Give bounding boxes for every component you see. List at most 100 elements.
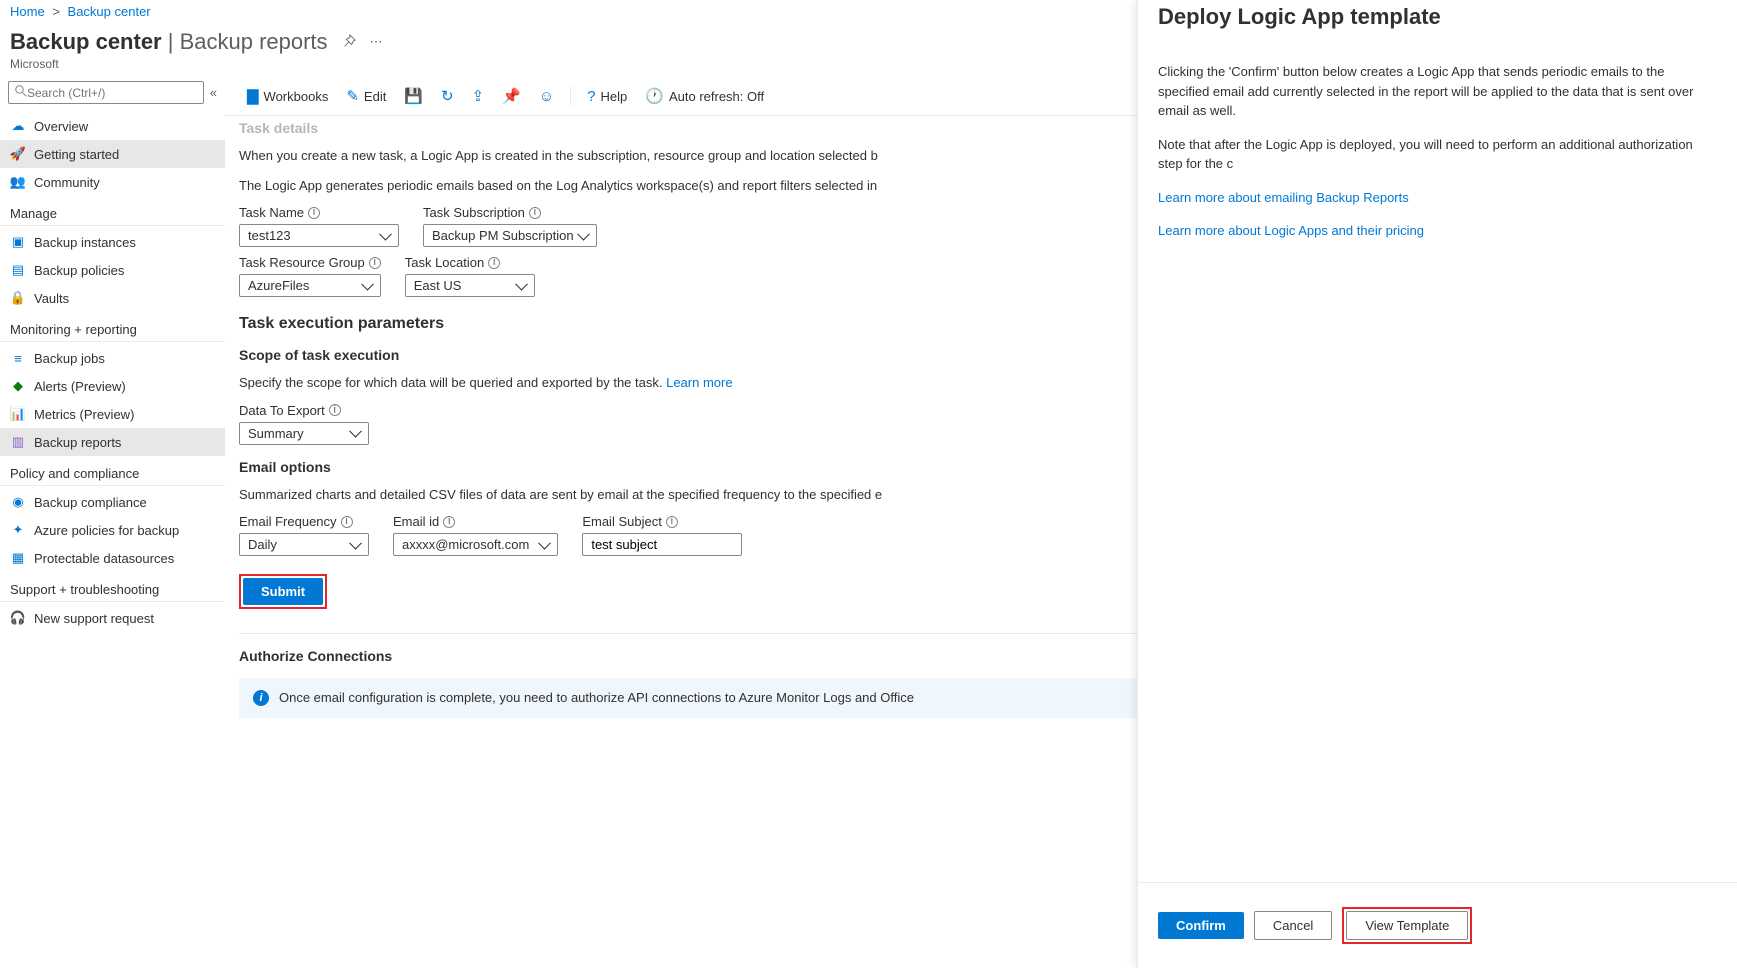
more-icon[interactable]: ⋯ [370, 34, 383, 50]
email-subject-input[interactable] [582, 533, 742, 556]
data-export-label: Data To Export i [239, 403, 369, 418]
task-subscription-select[interactable]: Backup PM Subscription [423, 224, 597, 247]
cancel-button[interactable]: Cancel [1254, 911, 1332, 940]
sidebar-item-community[interactable]: 👥 Community [0, 168, 225, 196]
info-icon: i [253, 690, 269, 706]
help-icon: ? [587, 88, 595, 105]
deploy-panel: Deploy Logic App template Clicking the '… [1137, 0, 1737, 968]
title-main: Backup center [10, 29, 162, 54]
sidebar-item-label: Backup jobs [34, 351, 105, 366]
pin-icon[interactable] [342, 34, 356, 51]
sidebar-item-backup-jobs[interactable]: ≡ Backup jobs [0, 344, 225, 372]
info-icon[interactable]: i [488, 257, 500, 269]
sidebar-item-label: Community [34, 175, 100, 190]
sidebar-item-label: Azure policies for backup [34, 523, 179, 538]
toolbar-label: Edit [364, 89, 386, 104]
search-input-wrapper[interactable] [8, 81, 204, 104]
edit-icon: ✎ [346, 87, 359, 105]
datasource-icon: ▦ [10, 550, 26, 566]
submit-button[interactable]: Submit [243, 578, 323, 605]
email-frequency-label: Email Frequency i [239, 514, 369, 529]
toolbar-autorefresh[interactable]: 🕐 Auto refresh: Off [637, 83, 772, 109]
task-location-select[interactable]: East US [405, 274, 535, 297]
rocket-icon: 🚀 [10, 146, 26, 162]
email-subject-label: Email Subject i [582, 514, 742, 529]
azure-policy-icon: ✦ [10, 522, 26, 538]
confirm-button[interactable]: Confirm [1158, 912, 1244, 939]
sidebar-item-metrics[interactable]: 📊 Metrics (Preview) [0, 400, 225, 428]
toolbar-separator [570, 86, 571, 106]
sidebar-item-backup-policies[interactable]: ▤ Backup policies [0, 256, 225, 284]
info-icon[interactable]: i [329, 404, 341, 416]
view-template-highlight: View Template [1342, 907, 1472, 944]
sidebar-section-manage: Manage [0, 196, 225, 226]
sidebar: « ☁ Overview 🚀 Getting started 👥 Communi… [0, 77, 225, 968]
save-icon: 💾 [404, 87, 423, 105]
sidebar-item-backup-compliance[interactable]: ◉ Backup compliance [0, 488, 225, 516]
sidebar-item-overview[interactable]: ☁ Overview [0, 112, 225, 140]
task-name-select[interactable]: test123 [239, 224, 399, 247]
toolbar-refresh[interactable]: ↻ [433, 83, 462, 109]
pin-icon: 📌 [502, 87, 521, 105]
sidebar-item-label: Overview [34, 119, 88, 134]
sidebar-item-label: Getting started [34, 147, 119, 162]
people-icon: 👥 [10, 174, 26, 190]
info-icon[interactable]: i [341, 516, 353, 528]
workbooks-icon: ▇ [247, 87, 259, 105]
toolbar-label: Help [601, 89, 628, 104]
toolbar-pin[interactable]: 📌 [494, 83, 529, 109]
toolbar-edit[interactable]: ✎ Edit [338, 83, 394, 109]
collapse-sidebar-icon[interactable]: « [210, 85, 217, 100]
share-icon: ⇪ [472, 87, 485, 105]
info-icon[interactable]: i [443, 516, 455, 528]
task-rg-select[interactable]: AzureFiles [239, 274, 381, 297]
sidebar-item-alerts[interactable]: ◆ Alerts (Preview) [0, 372, 225, 400]
sidebar-item-new-support[interactable]: 🎧 New support request [0, 604, 225, 632]
learn-more-link[interactable]: Learn more [666, 375, 732, 390]
infobox-text: Once email configuration is complete, yo… [279, 690, 914, 705]
sidebar-item-vaults[interactable]: 🔒 Vaults [0, 284, 225, 312]
view-template-button[interactable]: View Template [1346, 911, 1468, 940]
sidebar-item-azure-policies[interactable]: ✦ Azure policies for backup [0, 516, 225, 544]
info-icon[interactable]: i [529, 207, 541, 219]
sidebar-item-label: Metrics (Preview) [34, 407, 134, 422]
sidebar-item-label: Protectable datasources [34, 551, 174, 566]
smile-icon: ☺ [539, 88, 554, 105]
info-icon[interactable]: i [308, 207, 320, 219]
task-subscription-label: Task Subscription i [423, 205, 597, 220]
sidebar-item-backup-instances[interactable]: ▣ Backup instances [0, 228, 225, 256]
email-id-label: Email id i [393, 514, 558, 529]
sidebar-item-label: New support request [34, 611, 154, 626]
toolbar-workbooks[interactable]: ▇ Workbooks [239, 83, 336, 109]
toolbar-save[interactable]: 💾 [396, 83, 431, 109]
sidebar-item-backup-reports[interactable]: ▥ Backup reports [0, 428, 225, 456]
alert-icon: ◆ [10, 378, 26, 394]
task-rg-label: Task Resource Group i [239, 255, 381, 270]
data-export-select[interactable]: Summary [239, 422, 369, 445]
sidebar-item-protectable[interactable]: ▦ Protectable datasources [0, 544, 225, 572]
panel-text-2: Note that after the Logic App is deploye… [1158, 135, 1717, 174]
panel-link-pricing[interactable]: Learn more about Logic Apps and their pr… [1158, 223, 1424, 238]
panel-link-emailing[interactable]: Learn more about emailing Backup Reports [1158, 190, 1409, 205]
panel-title: Deploy Logic App template [1158, 4, 1717, 30]
policy-icon: ▤ [10, 262, 26, 278]
email-id-select[interactable]: axxxx@microsoft.com [393, 533, 558, 556]
email-frequency-select[interactable]: Daily [239, 533, 369, 556]
panel-body: Clicking the 'Confirm' button below crea… [1138, 34, 1737, 882]
title-sub: Backup reports [180, 29, 328, 54]
toolbar-help[interactable]: ? Help [579, 84, 635, 109]
toolbar-share[interactable]: ⇪ [464, 83, 493, 109]
sidebar-item-getting-started[interactable]: 🚀 Getting started [0, 140, 225, 168]
toolbar-label: Auto refresh: Off [669, 89, 764, 104]
instance-icon: ▣ [10, 234, 26, 250]
info-icon[interactable]: i [666, 516, 678, 528]
info-icon[interactable]: i [369, 257, 381, 269]
task-name-label: Task Name i [239, 205, 399, 220]
search-input[interactable] [27, 86, 197, 100]
breadcrumb-home[interactable]: Home [10, 4, 45, 19]
submit-highlight: Submit [239, 574, 327, 609]
sidebar-item-label: Backup reports [34, 435, 121, 450]
breadcrumb-backup-center[interactable]: Backup center [68, 4, 151, 19]
toolbar-feedback[interactable]: ☺ [531, 84, 562, 109]
sidebar-section-policy: Policy and compliance [0, 456, 225, 486]
